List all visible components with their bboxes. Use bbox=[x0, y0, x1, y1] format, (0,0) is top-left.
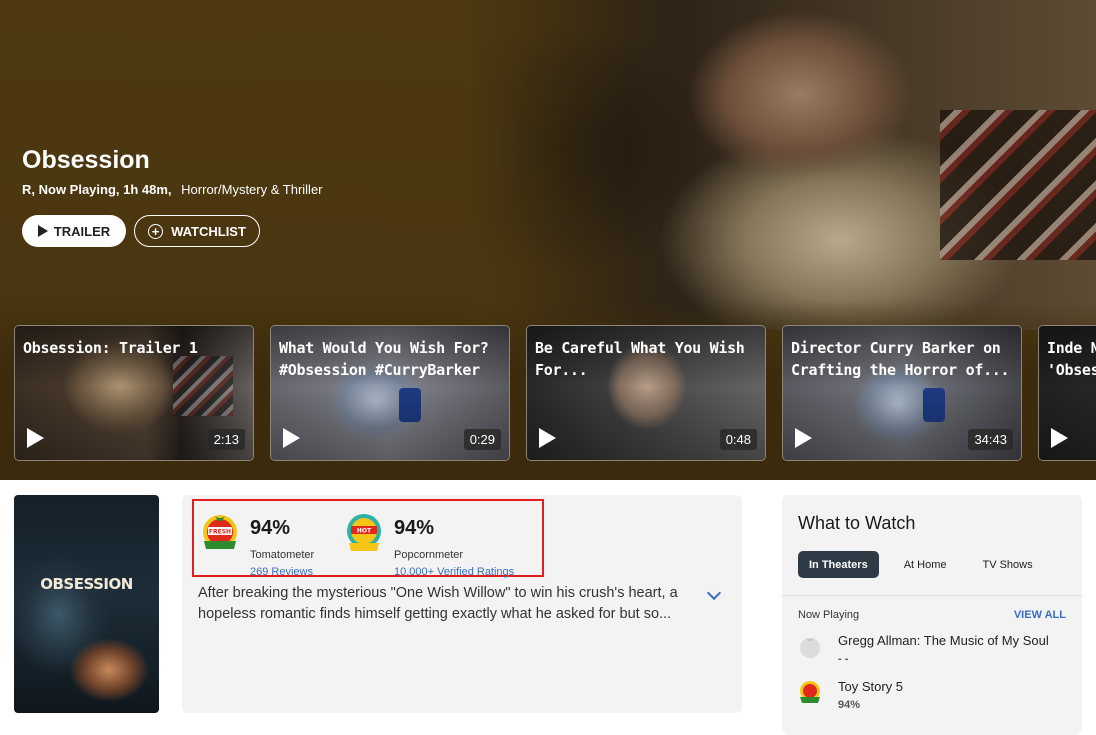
list-item-title[interactable]: Gregg Allman: The Music of My Soul bbox=[838, 633, 1049, 648]
poster-title: OBSESSION bbox=[40, 575, 133, 593]
video-carousel: Obsession: Trailer 1 2:13 What Would You… bbox=[14, 325, 1096, 461]
play-icon[interactable] bbox=[795, 428, 812, 448]
view-all-link[interactable]: VIEW ALL bbox=[1014, 609, 1066, 621]
movie-genres[interactable]: Horror/Mystery & Thriller bbox=[181, 182, 322, 197]
play-icon[interactable] bbox=[283, 428, 300, 448]
verified-hot-icon: HOT bbox=[347, 514, 381, 551]
hero-banner: Obsession R, Now Playing, 1h 48m, Horror… bbox=[0, 0, 1096, 480]
video-title: What Would You Wish For? #Obsession #Cur… bbox=[279, 339, 489, 379]
video-card[interactable]: Inde N 'Obses bbox=[1038, 325, 1096, 461]
play-icon[interactable] bbox=[27, 428, 44, 448]
movie-poster[interactable]: OBSESSION bbox=[14, 495, 159, 713]
now-playing-label: Now Playing bbox=[798, 609, 860, 621]
scores-highlight: FRESH 94% Tomatometer 269 Reviews HOT 94… bbox=[192, 499, 544, 578]
verified-ratings-link[interactable]: 10,000+ Verified Ratings bbox=[394, 566, 514, 578]
video-card[interactable]: Director Curry Barker on Crafting the Ho… bbox=[782, 325, 1022, 461]
video-card[interactable]: Obsession: Trailer 1 2:13 bbox=[14, 325, 254, 461]
popcornmeter-label: Popcornmeter bbox=[394, 549, 464, 561]
what-to-watch-tabs: In Theaters At Home TV Shows bbox=[798, 551, 1050, 578]
play-icon[interactable] bbox=[539, 428, 556, 448]
video-title: Inde N 'Obses bbox=[1047, 339, 1096, 379]
chevron-down-icon[interactable] bbox=[706, 585, 722, 601]
tab-in-theaters[interactable]: In Theaters bbox=[798, 551, 879, 578]
video-duration: 34:43 bbox=[968, 429, 1013, 450]
list-item-score: 94% bbox=[838, 699, 861, 711]
what-to-watch-panel: What to Watch In Theaters At Home TV Sho… bbox=[782, 495, 1082, 735]
tab-tv-shows[interactable]: TV Shows bbox=[971, 551, 1043, 578]
video-title: Be Careful What You Wish For... bbox=[535, 339, 745, 379]
play-icon[interactable] bbox=[1051, 428, 1068, 448]
watchlist-button[interactable]: + WATCHLIST bbox=[134, 215, 260, 247]
video-title: Obsession: Trailer 1 bbox=[23, 339, 198, 357]
play-icon bbox=[37, 225, 48, 237]
synopsis-text: After breaking the mysterious "One Wish … bbox=[198, 585, 678, 622]
video-duration: 0:29 bbox=[463, 429, 501, 450]
movie-rating-runtime: R, Now Playing, 1h 48m, bbox=[22, 182, 172, 197]
video-title: Director Curry Barker on Crafting the Ho… bbox=[791, 339, 1010, 379]
popcornmeter-percent: 94% bbox=[394, 517, 435, 539]
video-card[interactable]: What Would You Wish For? #Obsession #Cur… bbox=[270, 325, 510, 461]
empty-tomato-icon bbox=[800, 637, 820, 658]
tomatometer-percent: 94% bbox=[250, 517, 291, 539]
list-item-score: - - bbox=[838, 653, 849, 665]
what-to-watch-title: What to Watch bbox=[798, 513, 916, 533]
movie-title: Obsession bbox=[22, 146, 150, 174]
hero-still-image bbox=[470, 0, 1096, 330]
video-duration: 2:13 bbox=[207, 429, 245, 450]
plus-circle-icon: + bbox=[148, 223, 164, 239]
tab-at-home[interactable]: At Home bbox=[893, 551, 958, 578]
list-item-title[interactable]: Toy Story 5 bbox=[838, 679, 903, 694]
trailer-button[interactable]: TRAILER bbox=[22, 215, 126, 247]
certified-fresh-icon bbox=[800, 681, 820, 703]
svg-text:FRESH: FRESH bbox=[209, 529, 231, 536]
certified-fresh-icon: FRESH bbox=[203, 515, 237, 549]
movie-meta: R, Now Playing, 1h 48m, Horror/Mystery &… bbox=[22, 182, 323, 197]
movie-info-panel: FRESH 94% Tomatometer 269 Reviews HOT 94… bbox=[182, 495, 742, 713]
video-card[interactable]: Be Careful What You Wish For... 0:48 bbox=[526, 325, 766, 461]
tomatometer-label: Tomatometer bbox=[250, 549, 315, 561]
reviews-link[interactable]: 269 Reviews bbox=[250, 566, 313, 578]
video-duration: 0:48 bbox=[719, 429, 757, 450]
svg-text:HOT: HOT bbox=[357, 528, 372, 535]
